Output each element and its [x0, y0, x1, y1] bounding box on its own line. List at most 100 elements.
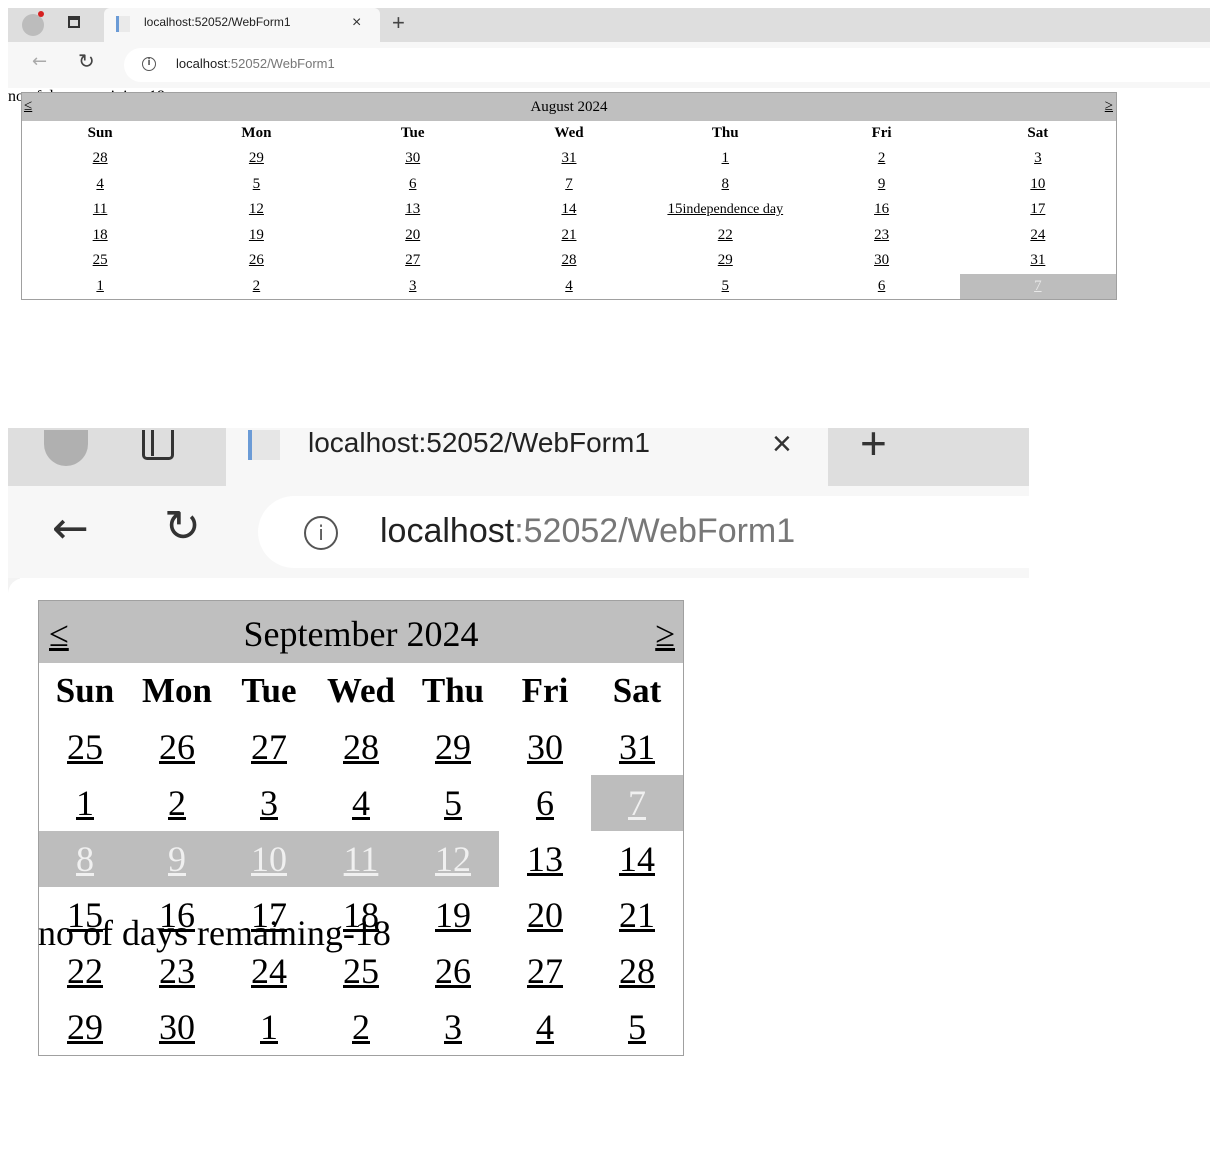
calendar-day[interactable]: 27 — [335, 248, 491, 274]
calendar-day[interactable]: 30 — [499, 719, 591, 775]
calendar-day[interactable]: 2 — [803, 146, 959, 172]
calendar-day[interactable]: 26 — [178, 248, 334, 274]
calendar-day[interactable]: 9 — [131, 831, 223, 887]
calendar-day[interactable]: 10 — [960, 172, 1116, 198]
address-bar[interactable]: i localhost:52052/WebForm1 — [124, 48, 1210, 82]
calendar-day[interactable]: 7 — [591, 775, 683, 831]
calendar-day[interactable]: 19 — [178, 223, 334, 249]
calendar-day[interactable]: 22 — [647, 223, 803, 249]
calendar-day[interactable]: 31 — [960, 248, 1116, 274]
site-info-icon[interactable]: i — [304, 516, 338, 550]
calendar-day[interactable]: 3 — [223, 775, 315, 831]
calendar-day[interactable]: 5 — [178, 172, 334, 198]
calendar-day[interactable]: 7 — [959, 273, 1116, 299]
calendar-day[interactable]: 31 — [491, 146, 647, 172]
calendar-day[interactable]: 2 — [131, 775, 223, 831]
new-tab-icon[interactable]: + — [860, 428, 887, 466]
calendar-day[interactable]: 21 — [591, 887, 683, 943]
calendar-day[interactable]: 30 — [131, 999, 223, 1055]
calendar-day[interactable]: 1 — [647, 146, 803, 172]
calendar-day[interactable]: 8 — [647, 172, 803, 198]
calendar-day[interactable]: 4 — [315, 775, 407, 831]
calendar-day[interactable]: 9 — [803, 172, 959, 198]
day-of-week-header: Mon — [241, 125, 272, 141]
calendar-day[interactable]: 28 — [591, 943, 683, 999]
calendar-day[interactable]: 25 — [39, 719, 131, 775]
calendar-day[interactable]: 28 — [22, 146, 178, 172]
calendar-day[interactable]: 3 — [335, 274, 491, 300]
calendar-day[interactable]: 20 — [499, 887, 591, 943]
day-of-week-header: Sun — [87, 125, 113, 141]
calendar-day[interactable]: 8 — [39, 831, 131, 887]
profile-avatar-icon[interactable] — [22, 14, 44, 36]
calendar-day[interactable]: 26 — [407, 943, 499, 999]
calendar-day[interactable]: 19 — [407, 887, 499, 943]
calendar-day[interactable]: 13 — [499, 831, 591, 887]
calendar-day[interactable]: 15independence day — [647, 197, 803, 223]
calendar-day[interactable]: 29 — [407, 719, 499, 775]
calendar-day[interactable]: 20 — [335, 223, 491, 249]
calendar-day[interactable]: 28 — [315, 719, 407, 775]
calendar-day[interactable]: 6 — [499, 775, 591, 831]
calendar-day[interactable]: 21 — [491, 223, 647, 249]
calendar-day[interactable]: 5 — [591, 999, 683, 1055]
next-month-link[interactable]: ≥ — [1105, 98, 1113, 115]
calendar-day[interactable]: 12 — [407, 831, 499, 887]
calendar-day[interactable]: 2 — [315, 999, 407, 1055]
back-arrow-icon[interactable]: ← — [32, 50, 47, 74]
calendar-day[interactable]: 13 — [335, 197, 491, 223]
tab-actions-icon[interactable] — [142, 430, 174, 460]
days-remaining-label: no of days remaining-18 — [38, 913, 391, 953]
tab-close-icon[interactable]: × — [352, 13, 361, 33]
calendar-day[interactable]: 29 — [39, 999, 131, 1055]
calendar-day[interactable]: 1 — [22, 274, 178, 300]
address-bar[interactable]: i localhost:52052/WebForm1 — [258, 496, 1029, 568]
next-month-link[interactable]: ≥ — [655, 613, 675, 655]
calendar-day[interactable]: 28 — [491, 248, 647, 274]
calendar-day[interactable]: 29 — [647, 248, 803, 274]
calendar-day[interactable]: 3 — [407, 999, 499, 1055]
site-info-icon[interactable]: i — [142, 57, 156, 71]
calendar-day[interactable]: 23 — [803, 223, 959, 249]
calendar-day[interactable]: 29 — [178, 146, 334, 172]
calendar-day[interactable]: 7 — [491, 172, 647, 198]
calendar-day[interactable]: 1 — [223, 999, 315, 1055]
calendar-day[interactable]: 4 — [491, 274, 647, 300]
calendar-day[interactable]: 1 — [39, 775, 131, 831]
calendar-day[interactable]: 14 — [491, 197, 647, 223]
calendar-day[interactable]: 26 — [131, 719, 223, 775]
tab-actions-icon[interactable] — [68, 16, 80, 28]
new-tab-icon[interactable]: + — [392, 10, 405, 36]
calendar-day[interactable]: 27 — [223, 719, 315, 775]
calendar-day[interactable]: 5 — [647, 274, 803, 300]
tab-close-icon[interactable]: × — [772, 428, 792, 462]
calendar-day[interactable]: 17 — [960, 197, 1116, 223]
day-of-week-header: Wed — [554, 125, 584, 141]
reload-icon[interactable]: ↻ — [78, 49, 95, 73]
calendar-day[interactable]: 3 — [960, 146, 1116, 172]
calendar-day[interactable]: 30 — [335, 146, 491, 172]
calendar-day[interactable]: 11 — [315, 831, 407, 887]
calendar-day[interactable]: 4 — [22, 172, 178, 198]
calendar-day[interactable]: 31 — [591, 719, 683, 775]
calendar-day[interactable]: 2 — [178, 274, 334, 300]
calendar-day[interactable]: 11 — [22, 197, 178, 223]
day-of-week-header: Mon — [142, 671, 212, 710]
url-host: localhost — [380, 512, 515, 550]
day-of-week-header: Sun — [55, 671, 115, 710]
calendar-day[interactable]: 4 — [499, 999, 591, 1055]
calendar-day[interactable]: 6 — [803, 274, 959, 300]
reload-icon[interactable]: ↻ — [164, 502, 201, 552]
calendar-day[interactable]: 5 — [407, 775, 499, 831]
calendar-day[interactable]: 6 — [335, 172, 491, 198]
calendar-day[interactable]: 30 — [803, 248, 959, 274]
calendar-day[interactable]: 18 — [22, 223, 178, 249]
calendar-day[interactable]: 24 — [960, 223, 1116, 249]
calendar-day[interactable]: 12 — [178, 197, 334, 223]
calendar-day[interactable]: 14 — [591, 831, 683, 887]
calendar-day[interactable]: 16 — [803, 197, 959, 223]
calendar-day[interactable]: 10 — [223, 831, 315, 887]
calendar-day[interactable]: 27 — [499, 943, 591, 999]
calendar-day[interactable]: 25 — [22, 248, 178, 274]
back-arrow-icon[interactable]: ← — [52, 504, 89, 554]
